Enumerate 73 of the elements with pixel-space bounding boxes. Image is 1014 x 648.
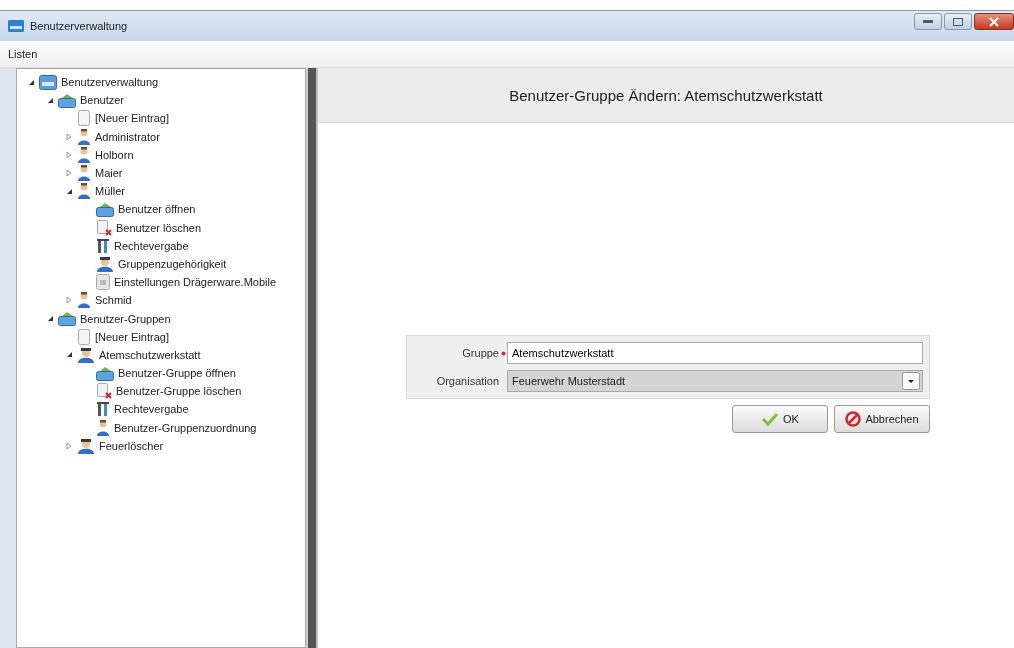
collapse-icon[interactable] — [65, 351, 73, 359]
user-icon — [77, 292, 91, 309]
maximize-button[interactable] — [944, 13, 972, 30]
tree-item[interactable]: Maier — [95, 167, 123, 180]
tree-item[interactable]: Benutzer-Gruppenzuordnung — [114, 421, 257, 434]
tree-item[interactable]: Administrator — [95, 130, 160, 143]
dropdown[interactable]: Feuerwehr Musterstadt — [507, 370, 923, 392]
close-icon — [989, 16, 999, 27]
minimize-button[interactable] — [914, 13, 942, 30]
user-icon — [96, 419, 110, 436]
document-icon — [96, 274, 110, 291]
user-icon — [77, 183, 91, 200]
folder-icon — [58, 92, 76, 108]
tree-item[interactable]: Feuerlöscher — [99, 439, 164, 452]
collapse-icon[interactable] — [27, 78, 35, 86]
input-field[interactable]: Atemschutzwerkstatt — [507, 342, 923, 364]
monitor-icon — [39, 74, 57, 90]
document-icon — [77, 328, 91, 345]
tree-item[interactable]: Gruppenzugehörigkeit — [118, 257, 227, 270]
window-title: Benutzerverwaltung — [30, 20, 128, 32]
tree-item[interactable]: Benutzer löschen — [116, 221, 201, 234]
tree-item[interactable]: Holborn — [95, 148, 134, 161]
app-icon — [8, 20, 24, 32]
expand-icon[interactable] — [66, 132, 72, 141]
form-heading: Benutzer-Gruppe Ändern: Atemschutzwerkstatt — [509, 86, 823, 104]
tree-item[interactable]: Müller — [95, 185, 125, 198]
tree-item[interactable]: Benutzer-Gruppe löschen — [116, 385, 242, 398]
group-icon — [96, 255, 114, 272]
field-label: Organisation — [435, 375, 499, 387]
tools-icon — [96, 401, 110, 418]
expand-icon[interactable] — [66, 296, 72, 305]
checkmark-icon — [761, 412, 780, 426]
tree-item[interactable]: Benutzer-Gruppe öffnen — [118, 367, 236, 380]
group-icon — [77, 346, 95, 363]
expand-icon[interactable] — [66, 169, 72, 178]
folder-icon — [96, 365, 114, 381]
prohibited-icon — [845, 411, 862, 427]
expand-icon[interactable] — [66, 150, 72, 159]
tree-item[interactable]: Atemschutzwerkstatt — [99, 348, 201, 361]
cancel-button[interactable]: Abbrechen — [834, 405, 930, 433]
group-icon — [77, 437, 95, 454]
tree-item[interactable]: Einstellungen Drägerware.Mobile — [114, 276, 277, 289]
expand-icon[interactable] — [66, 441, 72, 450]
tree-item[interactable]: [Neuer Eintrag] — [95, 330, 169, 343]
minimize-icon — [923, 19, 933, 24]
user-icon — [77, 165, 91, 182]
user-icon — [77, 128, 91, 145]
user-icon — [77, 146, 91, 163]
collapse-icon[interactable] — [46, 96, 54, 104]
delete-icon — [96, 383, 112, 400]
tree-item[interactable]: Rechtevergabe — [114, 403, 189, 416]
caret-icon — [902, 372, 920, 390]
tree-item[interactable]: Rechtevergabe — [114, 239, 189, 252]
required-icon — [500, 350, 506, 356]
tools-icon — [96, 237, 110, 254]
field-label: Gruppe — [461, 347, 499, 359]
tree-item[interactable]: [Neuer Eintrag] — [95, 112, 169, 125]
close-button[interactable] — [974, 13, 1014, 30]
maximize-icon — [953, 17, 963, 26]
tree-item[interactable]: Benutzer — [80, 94, 125, 107]
tree-item[interactable]: Benutzer-Gruppen — [80, 312, 171, 325]
collapse-icon[interactable] — [65, 187, 73, 195]
splitter[interactable] — [306, 68, 316, 648]
tree-item[interactable]: Benutzer öffnen — [118, 203, 196, 216]
folder-icon — [58, 311, 76, 327]
tree-item[interactable]: Benutzerverwaltung — [61, 76, 159, 89]
menu-item[interactable]: Listen — [8, 48, 38, 60]
delete-icon — [96, 219, 112, 236]
document-icon — [77, 110, 91, 127]
folder-icon — [96, 201, 114, 217]
tree-item[interactable]: Schmid — [95, 294, 132, 307]
collapse-icon[interactable] — [46, 315, 54, 323]
ok-button[interactable]: OK — [732, 405, 828, 433]
